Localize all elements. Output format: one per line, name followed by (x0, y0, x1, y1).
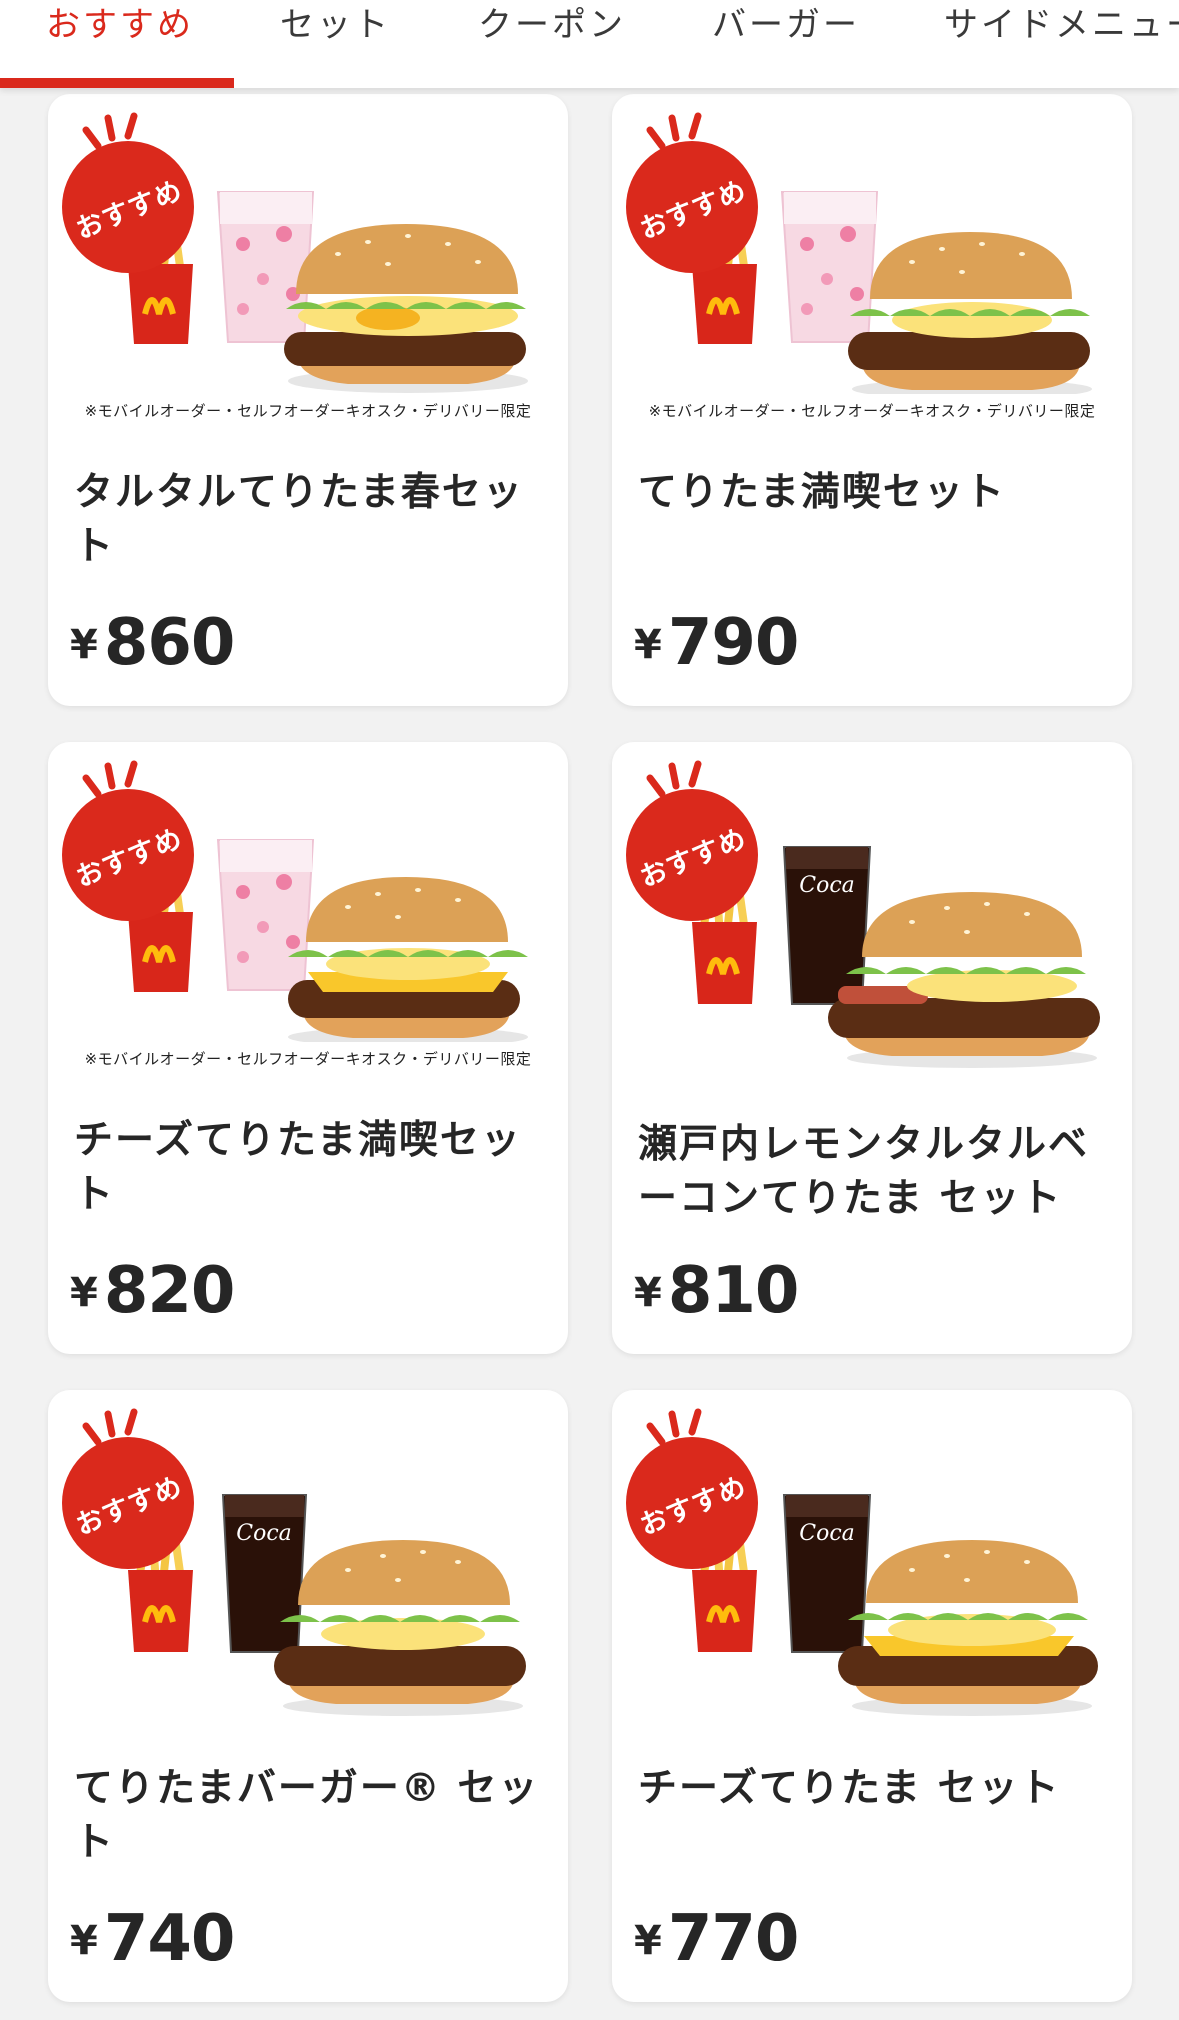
product-card[interactable]: おすすめ ※モバイルオーダー・セルフオーダーキオスク・デリバリー限定 タルタルて… (48, 94, 568, 706)
osusume-badge: おすすめ (624, 139, 760, 275)
cola-drink-icon: Coca (782, 1494, 872, 1653)
price-amount: 790 (667, 606, 800, 680)
category-tab-bar: おすすめ セット クーポン バーガー サイドメニュー (0, 0, 1179, 88)
tab-side-menu[interactable]: サイドメニュー (944, 0, 1179, 50)
product-image: Coca おすすめ (612, 742, 1132, 1102)
burger-icon (838, 1540, 1098, 1716)
sakura-drink-icon (216, 191, 315, 343)
sparkle-icon (82, 760, 138, 798)
sakura-drink-icon (216, 839, 315, 991)
cola-drink-icon: Coca (221, 1494, 308, 1653)
sparkle-icon (82, 112, 138, 150)
osusume-badge: おすすめ (60, 1435, 196, 1571)
sparkle-icon (82, 1408, 138, 1446)
currency-symbol: ¥ (634, 1918, 662, 1964)
sparkle-icon (646, 760, 702, 798)
osusume-badge: おすすめ (60, 787, 196, 923)
svg-text:Coca: Coca (799, 873, 855, 898)
product-card[interactable]: Coca おすすめ 瀬戸内レモンタルタルベーコンてりたま セット ¥810 (612, 742, 1132, 1354)
limited-note: ※モバイルオーダー・セルフオーダーキオスク・デリバリー限定 (648, 402, 1096, 420)
currency-symbol: ¥ (70, 1270, 98, 1316)
burger-icon (848, 232, 1092, 394)
product-card[interactable]: おすすめ ※モバイルオーダー・セルフオーダーキオスク・デリバリー限定 てりたま満… (612, 94, 1132, 706)
burger-icon (288, 877, 528, 1042)
tab-burger[interactable]: バーガー (712, 0, 860, 50)
active-tab-indicator (0, 78, 234, 88)
limited-note: ※モバイルオーダー・セルフオーダーキオスク・デリバリー限定 (84, 402, 532, 420)
price-amount: 770 (667, 1902, 800, 1976)
price-amount: 810 (667, 1254, 800, 1328)
price-amount: 740 (103, 1902, 236, 1976)
burger-icon (828, 892, 1100, 1068)
osusume-badge: おすすめ (624, 1435, 760, 1571)
product-price: ¥740 (70, 1902, 236, 1982)
product-name: 瀬戸内レモンタルタルベーコンてりたま セット (638, 1122, 1090, 1221)
product-card[interactable]: Coca おすすめ てりたまバーガー® セット ¥740 (48, 1390, 568, 2002)
burger-icon (274, 1540, 526, 1716)
sparkle-icon (646, 1408, 702, 1446)
product-image: おすすめ ※モバイルオーダー・セルフオーダーキオスク・デリバリー限定 (48, 94, 568, 454)
tab-osusume[interactable]: おすすめ (46, 0, 194, 50)
currency-symbol: ¥ (634, 1270, 662, 1316)
limited-note: ※モバイルオーダー・セルフオーダーキオスク・デリバリー限定 (84, 1050, 532, 1068)
sparkle-icon (646, 112, 702, 150)
burger-icon (284, 224, 528, 393)
osusume-badge: おすすめ (60, 139, 196, 275)
product-price: ¥820 (70, 1254, 236, 1334)
product-name: てりたま満喫セット (638, 470, 1006, 515)
product-price: ¥770 (634, 1902, 800, 1982)
product-price: ¥810 (634, 1254, 800, 1334)
osusume-badge: おすすめ (624, 787, 760, 923)
tab-coupon[interactable]: クーポン (478, 0, 626, 50)
price-amount: 860 (103, 606, 236, 680)
product-name: てりたまバーガー® セット (74, 1766, 540, 1865)
product-price: ¥790 (634, 606, 800, 686)
cola-drink-icon: Coca (782, 846, 872, 1005)
product-card[interactable]: Coca おすすめ チーズてりたま セット ¥770 (612, 1390, 1132, 2002)
currency-symbol: ¥ (70, 1918, 98, 1964)
price-amount: 820 (103, 1254, 236, 1328)
sakura-drink-icon (780, 191, 879, 343)
product-image: おすすめ ※モバイルオーダー・セルフオーダーキオスク・デリバリー限定 (612, 94, 1132, 454)
product-image: Coca おすすめ (612, 1390, 1132, 1750)
svg-text:Coca: Coca (799, 1521, 855, 1546)
product-price: ¥860 (70, 606, 236, 686)
tab-set[interactable]: セット (280, 0, 391, 50)
product-name: チーズてりたま満喫セット (74, 1118, 522, 1217)
product-image: Coca おすすめ (48, 1390, 568, 1750)
product-name: タルタルてりたま春セット (74, 470, 524, 569)
product-name: チーズてりたま セット (638, 1766, 1061, 1811)
currency-symbol: ¥ (634, 622, 662, 668)
currency-symbol: ¥ (70, 622, 98, 668)
product-card[interactable]: おすすめ ※モバイルオーダー・セルフオーダーキオスク・デリバリー限定 チーズてり… (48, 742, 568, 1354)
svg-text:Coca: Coca (236, 1521, 292, 1546)
product-image: おすすめ ※モバイルオーダー・セルフオーダーキオスク・デリバリー限定 (48, 742, 568, 1102)
